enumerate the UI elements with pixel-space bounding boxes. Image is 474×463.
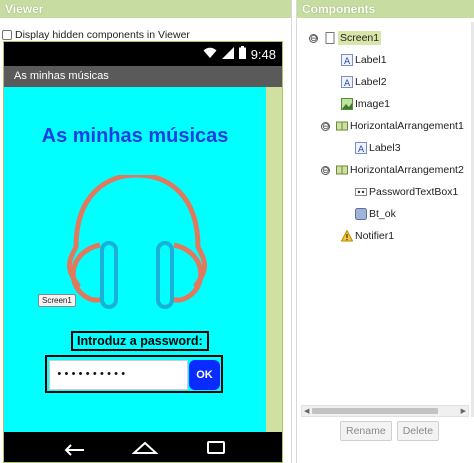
phone-side-strip <box>266 87 282 432</box>
tree-label: PasswordTextBox1 <box>369 186 459 198</box>
scroll-left-icon[interactable]: ◀ <box>304 407 309 415</box>
arrangement-icon <box>336 164 348 176</box>
tree-item-bt-ok[interactable]: Bt_ok <box>355 206 396 222</box>
status-bar: 9:48 <box>4 42 282 66</box>
battery-icon <box>238 46 246 62</box>
tree-label: HorizontalArrangement2 <box>350 164 464 176</box>
password-textbox[interactable]: •••••••••• <box>49 360 188 390</box>
display-hidden-toggle[interactable]: Display hidden components in Viewer <box>2 29 190 41</box>
phone-preview: 9:48 As minhas músicas As minhas músicas… <box>3 41 283 463</box>
arrangement-icon <box>336 120 348 132</box>
label3-password[interactable]: Introduz a password: <box>71 331 209 351</box>
screen-icon <box>324 32 336 44</box>
password-icon <box>355 186 367 198</box>
label-icon: A <box>341 76 353 89</box>
tree-item-label1[interactable]: A Label1 <box>341 52 387 68</box>
tree-label: Screen1 <box>338 31 382 45</box>
recents-icon[interactable] <box>204 437 228 460</box>
horizontal-arrangement-2[interactable]: •••••••••• OK <box>45 355 223 393</box>
viewer-header: Viewer <box>0 0 291 18</box>
scroll-thumb[interactable] <box>312 408 438 414</box>
tree-label: Label3 <box>369 142 401 154</box>
tree-label: Image1 <box>355 98 391 110</box>
component-tree: ⊖ Screen1 A Label1 A Label2 Image1 ⊖ Hor… <box>301 22 471 402</box>
button-icon <box>355 208 367 220</box>
ok-button[interactable]: OK <box>189 360 220 390</box>
back-icon[interactable] <box>62 437 86 460</box>
components-header: Components <box>297 0 474 18</box>
svg-text:A: A <box>344 57 351 66</box>
tree-item-image1[interactable]: Image1 <box>341 96 390 112</box>
tree-label: Label2 <box>355 76 387 88</box>
label-icon: A <box>341 54 353 67</box>
delete-button[interactable]: Delete <box>396 421 440 441</box>
label1-title[interactable]: As minhas músicas <box>4 125 266 148</box>
component-actions: Rename Delete <box>340 421 440 441</box>
home-icon[interactable] <box>131 437 159 460</box>
tree-label: Label1 <box>355 54 387 66</box>
app-bar-title: As minhas músicas <box>14 70 109 82</box>
image1-headphones[interactable] <box>62 172 212 328</box>
signal-icon <box>221 46 234 62</box>
svg-text:A: A <box>358 145 365 154</box>
tree-item-notifier1[interactable]: Notifier1 <box>340 228 395 244</box>
image-icon <box>341 98 353 110</box>
display-hidden-checkbox[interactable] <box>2 30 12 40</box>
display-hidden-label: Display hidden components in Viewer <box>15 29 190 41</box>
tree-item-horizontal-arrangement-1[interactable]: ⊖ HorizontalArrangement1 <box>321 118 464 134</box>
screen1-chip[interactable]: Screen1 <box>38 294 76 307</box>
label-icon: A <box>355 142 367 155</box>
viewer-title: Viewer <box>5 2 44 16</box>
tree-item-label2[interactable]: A Label2 <box>341 74 387 90</box>
collapse-toggle-icon[interactable]: ⊖ <box>321 121 330 131</box>
collapse-toggle-icon[interactable]: ⊖ <box>321 165 330 175</box>
warning-icon <box>340 229 354 242</box>
rename-button[interactable]: Rename <box>340 421 392 441</box>
wifi-icon <box>203 47 217 62</box>
collapse-toggle-icon[interactable]: ⊖ <box>309 33 318 43</box>
components-title: Components <box>302 2 376 16</box>
tree-label: Bt_ok <box>369 208 396 220</box>
tree-label: Notifier1 <box>355 230 395 242</box>
tree-label: HorizontalArrangement1 <box>350 120 464 132</box>
tree-item-label3[interactable]: A Label3 <box>355 140 401 156</box>
svg-text:A: A <box>344 79 351 88</box>
components-panel: Components ⊖ Screen1 A Label1 A Label2 I… <box>296 0 474 463</box>
password-value: •••••••••• <box>56 369 128 381</box>
viewer-panel: Viewer Display hidden components in View… <box>0 0 292 463</box>
tree-item-password-textbox1[interactable]: PasswordTextBox1 <box>355 184 458 200</box>
app-title-bar: As minhas músicas <box>4 66 282 87</box>
status-time: 9:48 <box>250 46 276 62</box>
navigation-bar <box>4 432 282 462</box>
tree-item-horizontal-arrangement-2[interactable]: ⊖ HorizontalArrangement2 <box>321 162 464 178</box>
scroll-right-icon[interactable]: ▶ <box>461 407 466 415</box>
horizontal-scrollbar[interactable]: ◀ ▶ <box>301 405 469 417</box>
tree-item-screen1[interactable]: ⊖ Screen1 <box>309 30 382 46</box>
